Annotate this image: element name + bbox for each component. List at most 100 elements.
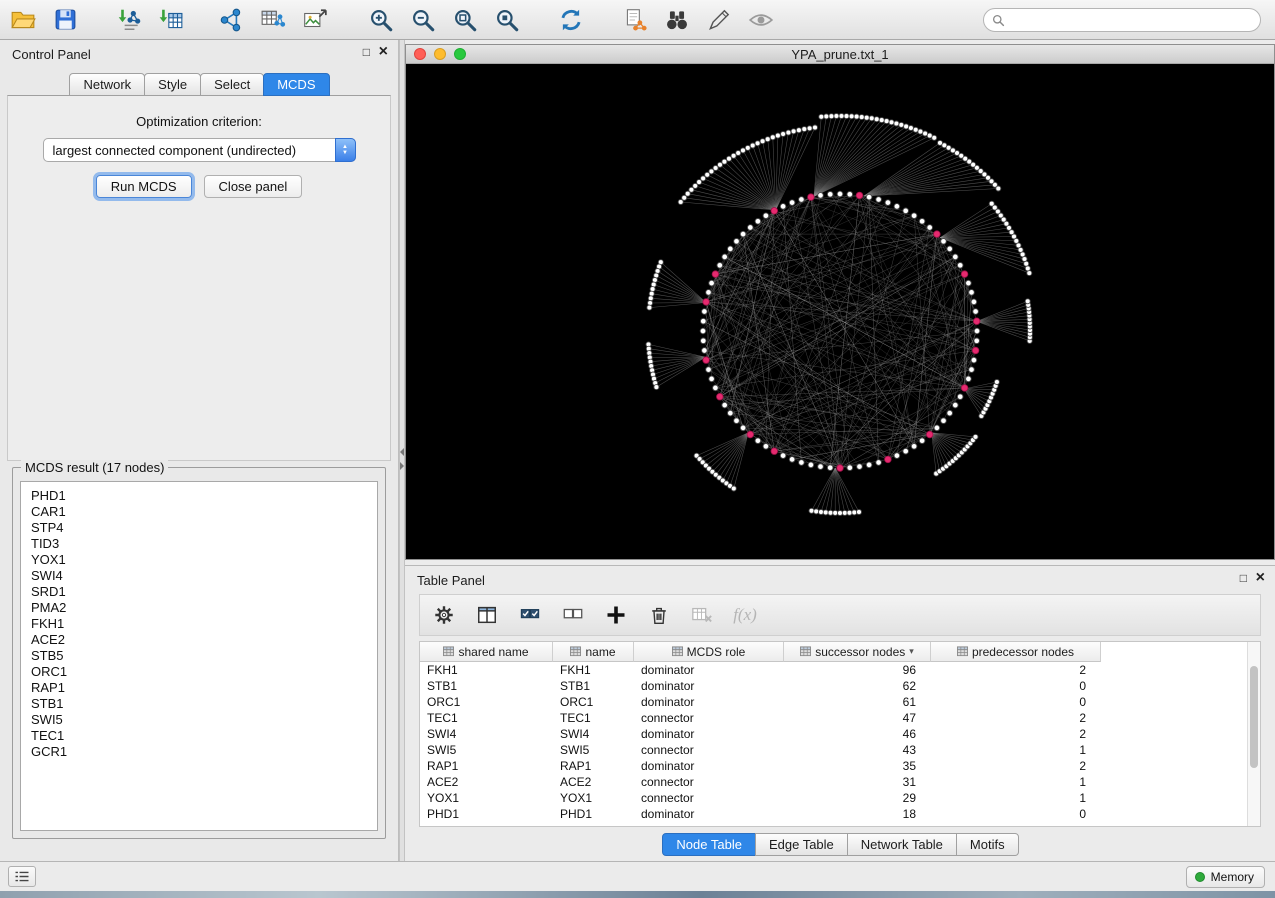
splitter-collapse-right-icon[interactable] (400, 462, 404, 470)
mcds-result-item[interactable]: STP4 (31, 520, 377, 536)
column-header-MCDS-role[interactable]: MCDS role (634, 642, 784, 662)
select-all-button[interactable] (516, 601, 544, 629)
table-cell: SWI5 (420, 743, 553, 757)
mcds-result-item[interactable]: YOX1 (31, 552, 377, 568)
panel-menu-button[interactable] (8, 866, 36, 887)
search-network-button[interactable] (662, 5, 692, 35)
mcds-result-item[interactable]: FKH1 (31, 616, 377, 632)
mcds-result-item[interactable]: SWI5 (31, 712, 377, 728)
close-panel-button[interactable]: Close panel (204, 175, 303, 198)
sort-arrow-icon[interactable]: ▾ (909, 646, 914, 657)
mcds-result-list: PHD1CAR1STP4TID3YOX1SWI4SRD1PMA2FKH1ACE2… (20, 481, 378, 831)
zoom-selected-icon (494, 7, 520, 33)
tab-mcds[interactable]: MCDS (263, 73, 329, 96)
table-cell: YOX1 (420, 791, 553, 805)
splitter-collapse-left-icon[interactable] (400, 448, 404, 456)
show-columns-button[interactable] (473, 601, 501, 629)
zoom-fit-button[interactable] (450, 5, 480, 35)
table-header-row: shared namenameMCDS role successor nodes ▾… (420, 642, 1260, 662)
column-header-shared-name[interactable]: shared name (420, 642, 553, 662)
zoom-fit-icon (452, 7, 478, 33)
column-header-predecessor-nodes[interactable]: predecessor nodes (931, 642, 1101, 662)
table-row[interactable]: RAP1RAP1dominator352 (420, 758, 1260, 774)
mcds-result-item[interactable]: SWI4 (31, 568, 377, 584)
import-network-button[interactable] (114, 5, 144, 35)
table-row[interactable]: ACE2ACE2connector311 (420, 774, 1260, 790)
clone-network-button[interactable] (620, 5, 650, 35)
delete-table-button[interactable] (688, 601, 716, 629)
table-cell: STB1 (553, 679, 634, 693)
table-cell: ACE2 (420, 775, 553, 789)
network-canvas[interactable] (406, 64, 1274, 559)
column-label: successor nodes (815, 645, 905, 659)
network-window: YPA_prune.txt_1 (405, 44, 1275, 560)
add-column-button[interactable] (602, 601, 630, 629)
mcds-result-item[interactable]: RAP1 (31, 680, 377, 696)
tab-node-table[interactable]: Node Table (662, 833, 756, 856)
table-cell: 96 (784, 663, 931, 677)
zoom-in-button[interactable] (366, 5, 396, 35)
gear-icon (433, 604, 455, 626)
mcds-result-item[interactable]: STB1 (31, 696, 377, 712)
table-row[interactable]: PHD1PHD1dominator180 (420, 806, 1260, 822)
mcds-result-item[interactable]: STB5 (31, 648, 377, 664)
show-hide-details-button[interactable] (746, 5, 776, 35)
tab-style[interactable]: Style (144, 73, 201, 96)
tab-motifs[interactable]: Motifs (956, 833, 1019, 856)
mcds-result-item[interactable]: PMA2 (31, 600, 377, 616)
network-from-table-button[interactable] (258, 5, 288, 35)
open-file-button[interactable] (8, 5, 38, 35)
scrollbar-thumb[interactable] (1250, 666, 1258, 768)
zoom-selected-button[interactable] (492, 5, 522, 35)
new-network-button[interactable] (216, 5, 246, 35)
annotation-button[interactable] (704, 5, 734, 35)
tab-select[interactable]: Select (200, 73, 264, 96)
mcds-result-item[interactable]: CAR1 (31, 504, 377, 520)
column-header-successor-nodes[interactable]: successor nodes ▾ (784, 642, 931, 662)
mcds-result-item[interactable]: PHD1 (31, 488, 377, 504)
criterion-value: largest connected component (undirected) (53, 143, 297, 158)
memory-button[interactable]: Memory (1186, 866, 1265, 888)
table-row[interactable]: ORC1ORC1dominator610 (420, 694, 1260, 710)
mcds-result-item[interactable]: ACE2 (31, 632, 377, 648)
mcds-result-title: MCDS result (17 nodes) (21, 460, 168, 475)
zoom-out-button[interactable] (408, 5, 438, 35)
mcds-result-item[interactable]: TID3 (31, 536, 377, 552)
mcds-result-item[interactable]: ORC1 (31, 664, 377, 680)
search-input[interactable] (1010, 10, 1260, 30)
table-row[interactable]: YOX1YOX1connector291 (420, 790, 1260, 806)
tab-edge-table[interactable]: Edge Table (755, 833, 848, 856)
table-row[interactable]: SWI5SWI5connector431 (420, 742, 1260, 758)
float-panel-icon[interactable]: □ (363, 45, 370, 59)
table-panel-title: Table Panel (417, 573, 485, 588)
table-row[interactable]: TEC1TEC1connector472 (420, 710, 1260, 726)
mcds-tab-pane: Optimization criterion: largest connecte… (7, 95, 391, 461)
column-settings-button[interactable] (430, 601, 458, 629)
table-scrollbar[interactable] (1247, 642, 1260, 826)
table-row[interactable]: SWI4SWI4dominator462 (420, 726, 1260, 742)
mcds-result-item[interactable]: TEC1 (31, 728, 377, 744)
network-window-title: YPA_prune.txt_1 (406, 47, 1274, 62)
table-row[interactable]: STB1STB1dominator620 (420, 678, 1260, 694)
function-builder-button[interactable]: f(x) (731, 601, 759, 629)
mcds-result-item[interactable]: GCR1 (31, 744, 377, 760)
control-panel-tabs: NetworkStyleSelectMCDS (0, 73, 398, 96)
close-panel-icon[interactable]: × (379, 43, 388, 61)
apply-layout-button[interactable] (556, 5, 586, 35)
save-session-button[interactable] (50, 5, 80, 35)
criterion-dropdown[interactable]: largest connected component (undirected)… (43, 138, 356, 162)
delete-column-button[interactable] (645, 601, 673, 629)
export-image-button[interactable] (300, 5, 330, 35)
column-sort-icon (957, 646, 968, 657)
tab-network[interactable]: Network (69, 73, 145, 96)
mcds-result-item[interactable]: SRD1 (31, 584, 377, 600)
deselect-all-button[interactable] (559, 601, 587, 629)
table-close-icon[interactable]: × (1256, 569, 1265, 587)
table-float-icon[interactable]: □ (1240, 571, 1247, 585)
tab-network-table[interactable]: Network Table (847, 833, 957, 856)
column-header-name[interactable]: name (553, 642, 634, 662)
fx-icon: f(x) (733, 605, 757, 625)
run-mcds-button[interactable]: Run MCDS (96, 175, 192, 198)
import-table-button[interactable] (156, 5, 186, 35)
table-row[interactable]: FKH1FKH1dominator962 (420, 662, 1260, 678)
